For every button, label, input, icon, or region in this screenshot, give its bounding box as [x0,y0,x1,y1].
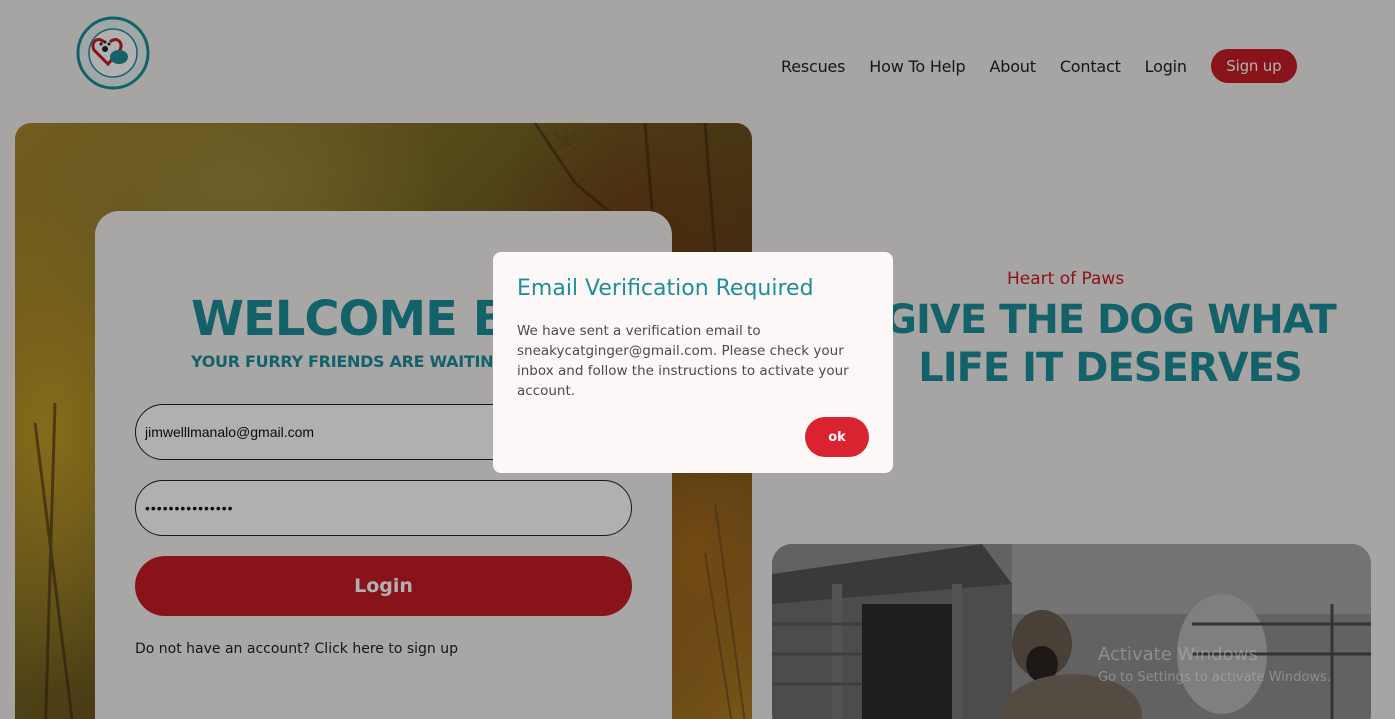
email-verification-dialog: Email Verification Required We have sent… [493,252,893,473]
dialog-title: Email Verification Required [517,276,814,301]
ok-button[interactable]: ok [805,417,869,457]
dialog-message: We have sent a verification email to sne… [517,323,849,399]
